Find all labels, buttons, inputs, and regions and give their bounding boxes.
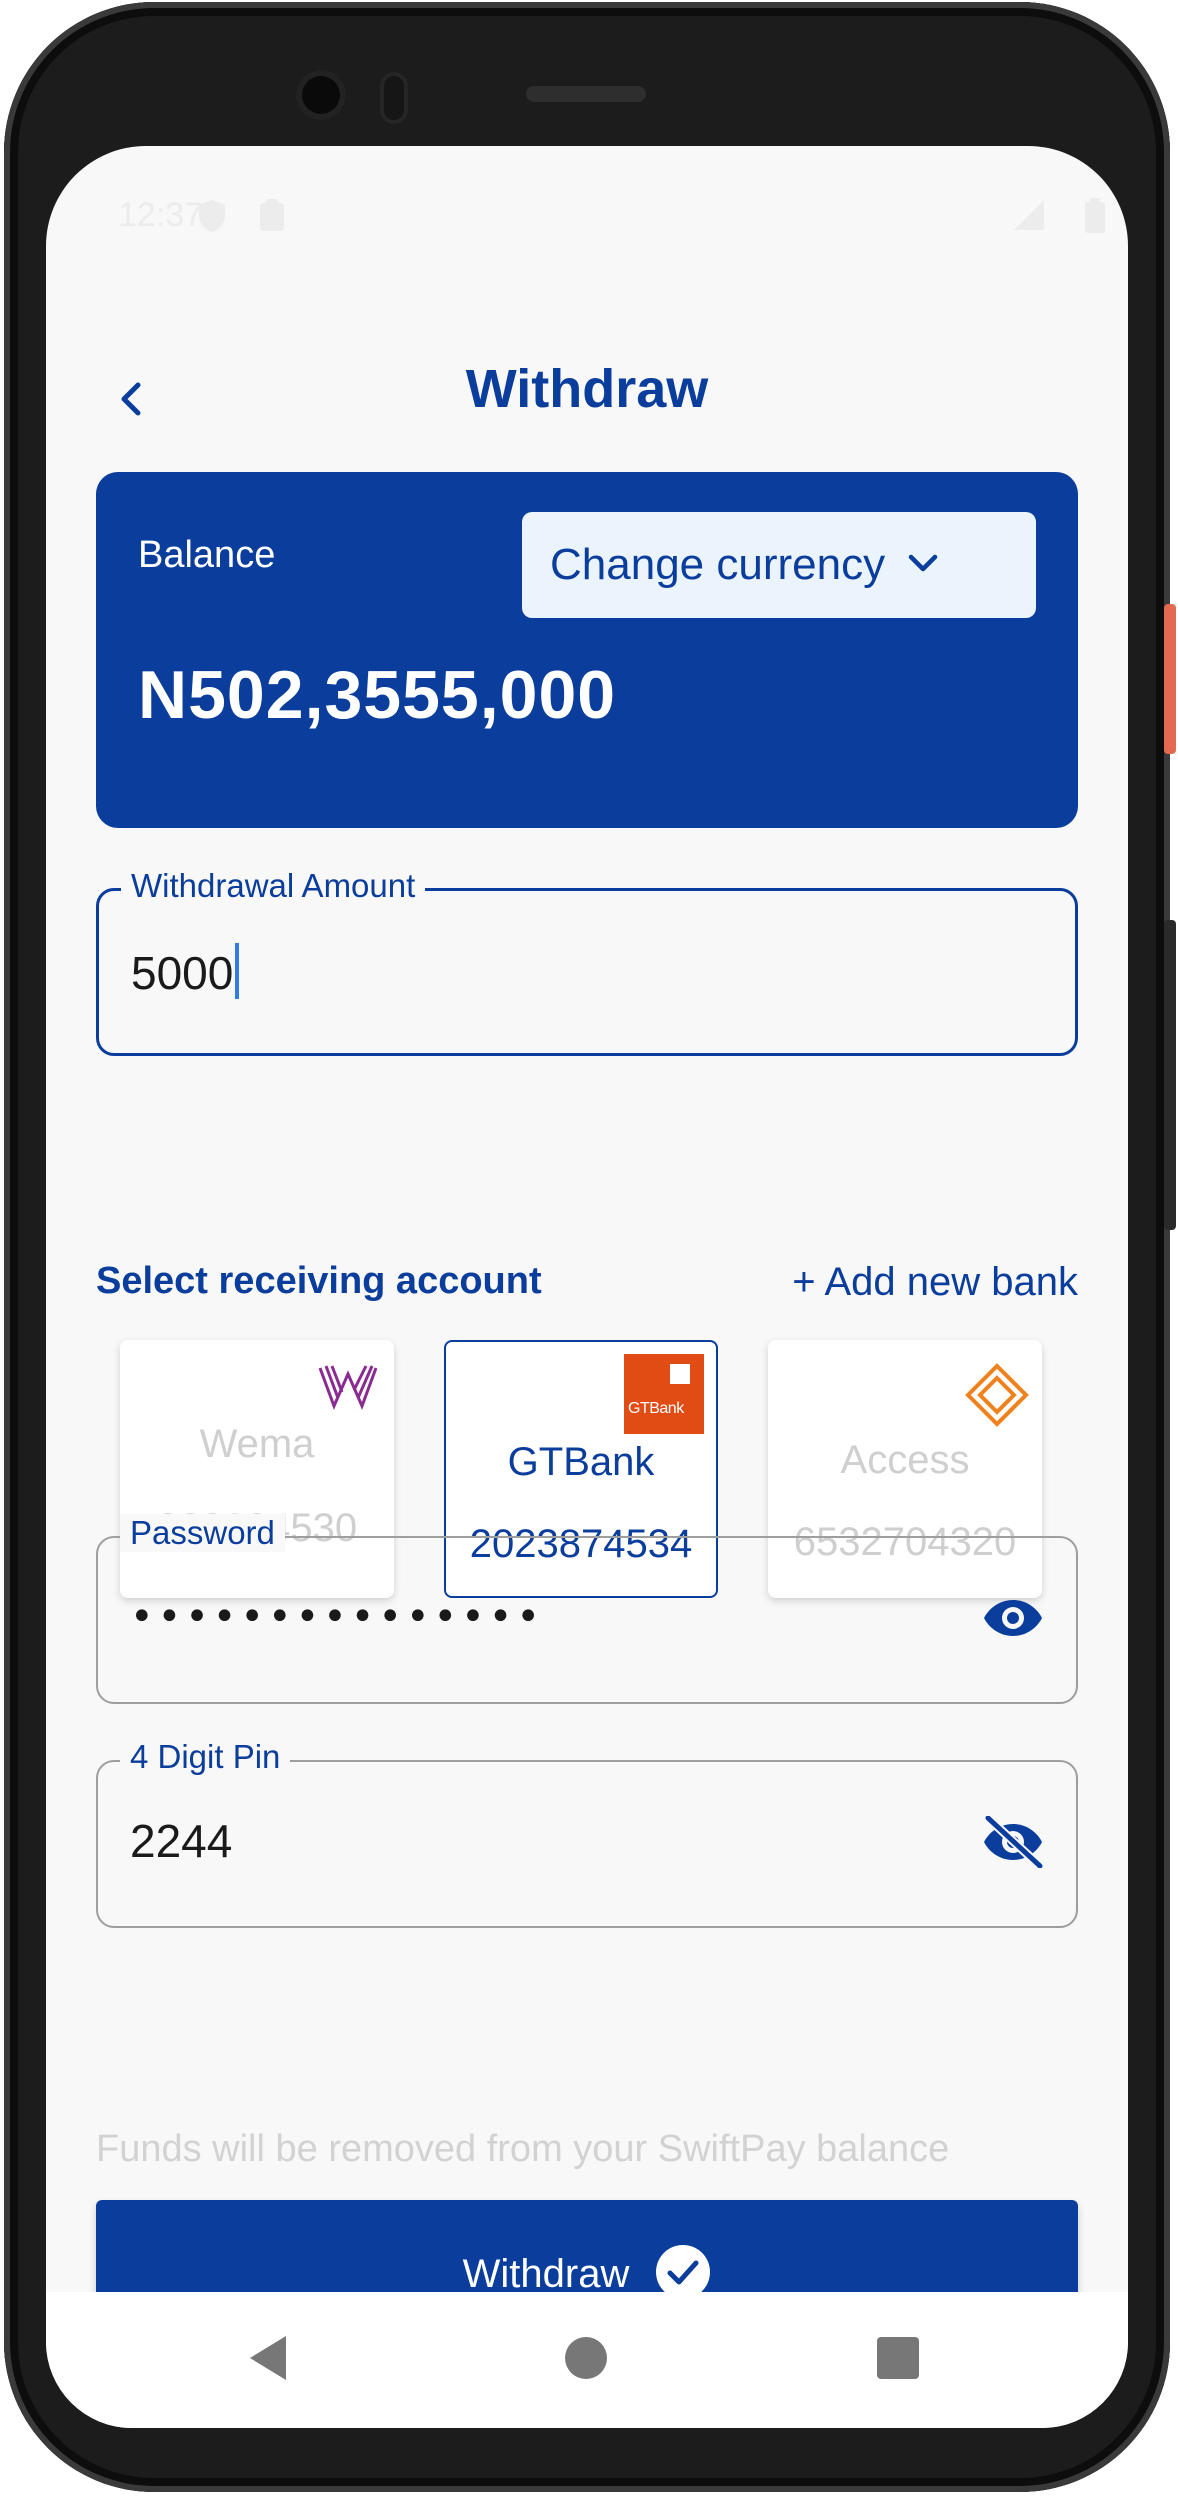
signal-icon (1006, 198, 1046, 240)
text-cursor (235, 943, 240, 999)
select-account-heading: Select receiving account (96, 1260, 542, 1302)
pin-value: 2244 (130, 1815, 233, 1867)
pin-label: 4 Digit Pin (120, 1738, 291, 1776)
clipboard-icon (258, 198, 286, 240)
phone-frame: 12:37 Withdraw Balance Change currency N… (0, 0, 1178, 2498)
eye-off-icon (982, 1813, 1045, 1872)
proximity-sensor (380, 72, 408, 124)
wema-logo-icon (318, 1362, 380, 1414)
bank-name: GTBank (507, 1440, 655, 1484)
status-time: 12:37 (118, 196, 204, 234)
withdrawal-amount-field[interactable]: Withdrawal Amount 5000 (96, 867, 1078, 1056)
volume-button (1164, 920, 1176, 1230)
balance-label: Balance (138, 534, 276, 576)
change-currency-label: Change currency (550, 540, 886, 589)
withdrawal-amount-label: Withdrawal Amount (121, 867, 426, 905)
nav-home-icon[interactable] (564, 2336, 608, 2384)
nav-back-icon[interactable] (246, 2334, 290, 2386)
balance-card: Balance Change currency N502,3555,000 (96, 472, 1078, 828)
change-currency-button[interactable]: Change currency (522, 512, 1036, 618)
hide-pin-toggle[interactable] (978, 1812, 1048, 1876)
withdrawal-amount-text: 5000 (131, 947, 234, 999)
withdraw-button-label: Withdraw (462, 2251, 630, 2296)
withdrawal-amount-value: 5000 (131, 943, 240, 1000)
earpiece-speaker (526, 86, 646, 102)
password-label: Password (120, 1514, 285, 1552)
chevron-down-icon (907, 552, 939, 578)
power-button (1164, 604, 1176, 754)
show-password-toggle[interactable] (978, 1588, 1048, 1652)
battery-icon (1084, 198, 1106, 242)
pin-field[interactable]: 4 Digit Pin 2244 (96, 1738, 1078, 1928)
gtbank-logo-text: GTBank (628, 1400, 684, 1417)
shield-icon (196, 198, 228, 242)
front-camera (296, 70, 346, 120)
nav-recents-icon[interactable] (876, 2336, 920, 2384)
add-new-bank-link[interactable]: + Add new bank (792, 1260, 1078, 1305)
withdraw-note: Funds will be removed from your SwiftPay… (96, 2128, 950, 2170)
eye-icon (982, 1597, 1044, 1643)
password-value: ••••••••••••••• (130, 1594, 544, 1640)
bank-name: Access (840, 1438, 970, 1482)
status-bar: 12:37 (46, 146, 1128, 286)
page-title: Withdraw (465, 359, 709, 419)
screen: 12:37 Withdraw Balance Change currency N… (46, 146, 1128, 2428)
access-logo-icon (964, 1362, 1030, 1432)
password-field[interactable]: Password ••••••••••••••• (96, 1514, 1078, 1704)
gtbank-logo-icon: GTBank (624, 1354, 704, 1434)
bank-name: Wema (199, 1422, 315, 1466)
balance-amount: N502,3555,000 (138, 657, 617, 733)
